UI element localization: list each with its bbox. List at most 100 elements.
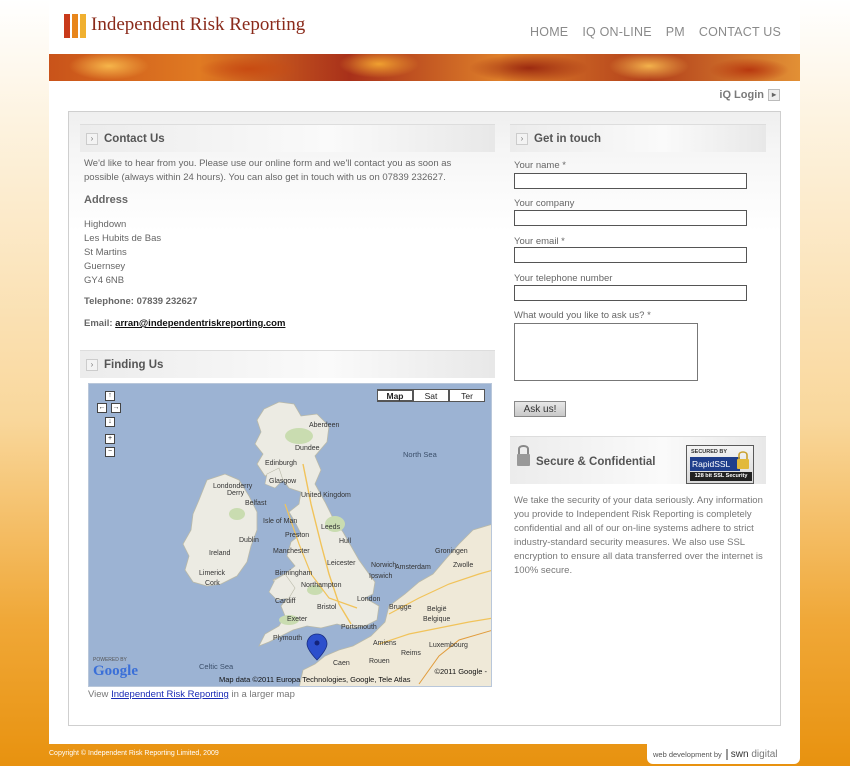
map-label: Bristol: [317, 604, 337, 611]
map-label: Ireland: [209, 550, 231, 557]
map-label: North Sea: [403, 450, 437, 459]
map-type-switcher: Map Sat Ter: [377, 389, 485, 402]
iq-login-link[interactable]: iQ Login ▸: [719, 89, 780, 101]
badge-security-label: 128 bit SSL Security: [690, 472, 752, 481]
zoom-out-icon[interactable]: −: [105, 447, 115, 457]
map-data-credit: Map data ©2011 Europa Technologies, Goog…: [219, 675, 411, 684]
contact-us-title: Contact Us: [104, 132, 165, 145]
finding-us-title: Finding Us: [104, 358, 164, 371]
main-nav: HOME IQ ON-LINE PM CONTACT US: [530, 25, 781, 39]
question-textarea[interactable]: [514, 323, 698, 381]
map-label: Birmingham: [275, 570, 313, 577]
arrow-right-icon: ›: [516, 132, 528, 145]
address-line: GY4 6NB: [84, 275, 125, 286]
secure-description: We take the security of your data seriou…: [514, 495, 763, 576]
pan-up-icon[interactable]: ↑: [105, 391, 115, 401]
map-label: Preston: [285, 532, 310, 539]
map-label: Cardiff: [275, 598, 296, 605]
address-line: Highdown: [84, 219, 127, 230]
digital-part: digital: [751, 748, 778, 760]
map-label: Londonderry: [213, 483, 253, 490]
site-logo[interactable]: Independent Risk Reporting: [64, 12, 305, 38]
map-label: Isle of Man: [263, 518, 298, 525]
email-line: Email: arran@independentriskreporting.co…: [84, 318, 285, 329]
gold-padlock-icon: [737, 451, 749, 469]
larger-map-link[interactable]: Independent Risk Reporting: [111, 689, 229, 700]
nav-iq-online[interactable]: IQ ON-LINE: [582, 25, 651, 39]
logo-text: Independent Risk Reporting: [91, 14, 306, 35]
name-label: Your name *: [514, 160, 566, 171]
email-label: Your email *: [514, 236, 565, 247]
email-input[interactable]: [514, 247, 747, 263]
view-prefix: View: [88, 689, 109, 700]
zoom-in-icon[interactable]: +: [105, 434, 115, 444]
map-label: Belfast: [245, 500, 267, 507]
google-logo[interactable]: POWERED BY Google: [93, 657, 138, 680]
map-label: Leicester: [327, 560, 356, 567]
email-link[interactable]: arran@independentriskreporting.com: [115, 318, 285, 329]
rapidssl-badge[interactable]: SECURED BY RapidSSL 128 bit SSL Security: [686, 445, 754, 484]
finding-us-header: › Finding Us: [80, 350, 495, 378]
secure-header: Secure & Confidential SECURED BY RapidSS…: [510, 436, 766, 484]
location-pin-icon: [306, 633, 328, 661]
map-label: Groningen: [435, 548, 468, 555]
address-line: Les Hubits de Bas: [84, 233, 162, 244]
ask-us-button[interactable]: Ask us!: [514, 401, 566, 417]
telephone-label: Your telephone number: [514, 273, 613, 284]
google-wordmark: Google: [93, 663, 138, 679]
padlock-icon: [517, 445, 530, 466]
nav-contact-us[interactable]: CONTACT US: [699, 25, 781, 39]
map-label: Amsterdam: [395, 564, 431, 571]
map-label: Exeter: [287, 616, 308, 623]
nav-pm[interactable]: PM: [666, 25, 685, 39]
map-type-sat[interactable]: Sat: [413, 389, 449, 402]
map-label: Ipswich: [369, 573, 393, 580]
web-credit[interactable]: web development by swn digital: [647, 744, 800, 764]
map-label: Leeds: [321, 524, 341, 531]
arrow-right-icon: ›: [86, 132, 98, 145]
pan-left-icon[interactable]: ←: [97, 403, 107, 413]
address-title: Address: [84, 194, 129, 206]
company-input[interactable]: [514, 210, 747, 226]
map-label: Brugge: [389, 604, 412, 611]
map-label: Dundee: [295, 445, 320, 452]
secure-title: Secure & Confidential: [536, 456, 656, 468]
view-suffix: in a larger map: [231, 689, 295, 700]
address-block: Highdown Les Hubits de Bas St Martins Gu…: [84, 218, 161, 288]
pan-down-icon[interactable]: ↓: [105, 417, 115, 427]
map-label: Aberdeen: [309, 422, 340, 429]
logo-bars-icon: [64, 14, 86, 38]
map-label: Derry: [227, 490, 245, 497]
badge-secured-by: SECURED BY: [691, 449, 728, 455]
map-label: Celtic Sea: [199, 662, 234, 671]
contact-us-header: › Contact Us: [80, 124, 495, 152]
content-frame: › Contact Us We'd like to hear from you.…: [68, 111, 781, 726]
map-label: Manchester: [273, 548, 310, 555]
map-label: België: [427, 606, 447, 613]
swn-digital-logo: swn digital: [725, 748, 778, 760]
iq-login-label: iQ Login: [719, 89, 764, 101]
name-input[interactable]: [514, 173, 747, 189]
view-larger-map: View Independent Risk Reporting in a lar…: [88, 689, 295, 700]
telephone-input[interactable]: [514, 285, 747, 301]
nav-home[interactable]: HOME: [530, 25, 568, 39]
question-label: What would you like to ask us? *: [514, 310, 651, 321]
map-label: United Kingdom: [301, 492, 351, 499]
map-label: London: [357, 596, 381, 603]
email-label: Email:: [84, 318, 113, 329]
badge-brand: RapidSSL: [690, 457, 740, 471]
map-type-ter[interactable]: Ter: [449, 389, 485, 402]
map-label: Edinburgh: [265, 460, 297, 467]
map-label: Norwich: [371, 562, 397, 569]
pan-right-icon[interactable]: →: [111, 403, 121, 413]
company-label: Your company: [514, 198, 575, 209]
contact-intro: We'd like to hear from you. Please use o…: [84, 158, 452, 183]
map-label: Caen: [333, 660, 350, 667]
footer-copyright: Copyright © Independent Risk Reporting L…: [49, 750, 219, 757]
site-header: Independent Risk Reporting HOME IQ ON-LI…: [49, 0, 800, 54]
address-line: Guernsey: [84, 261, 126, 272]
map-label: Northampton: [301, 582, 342, 589]
map-type-map[interactable]: Map: [377, 389, 413, 402]
google-map[interactable]: ↑ ← → ↓ + − Map Sat Ter Aberdeen Dundee …: [88, 383, 492, 687]
map-label: Amiens: [373, 640, 397, 647]
